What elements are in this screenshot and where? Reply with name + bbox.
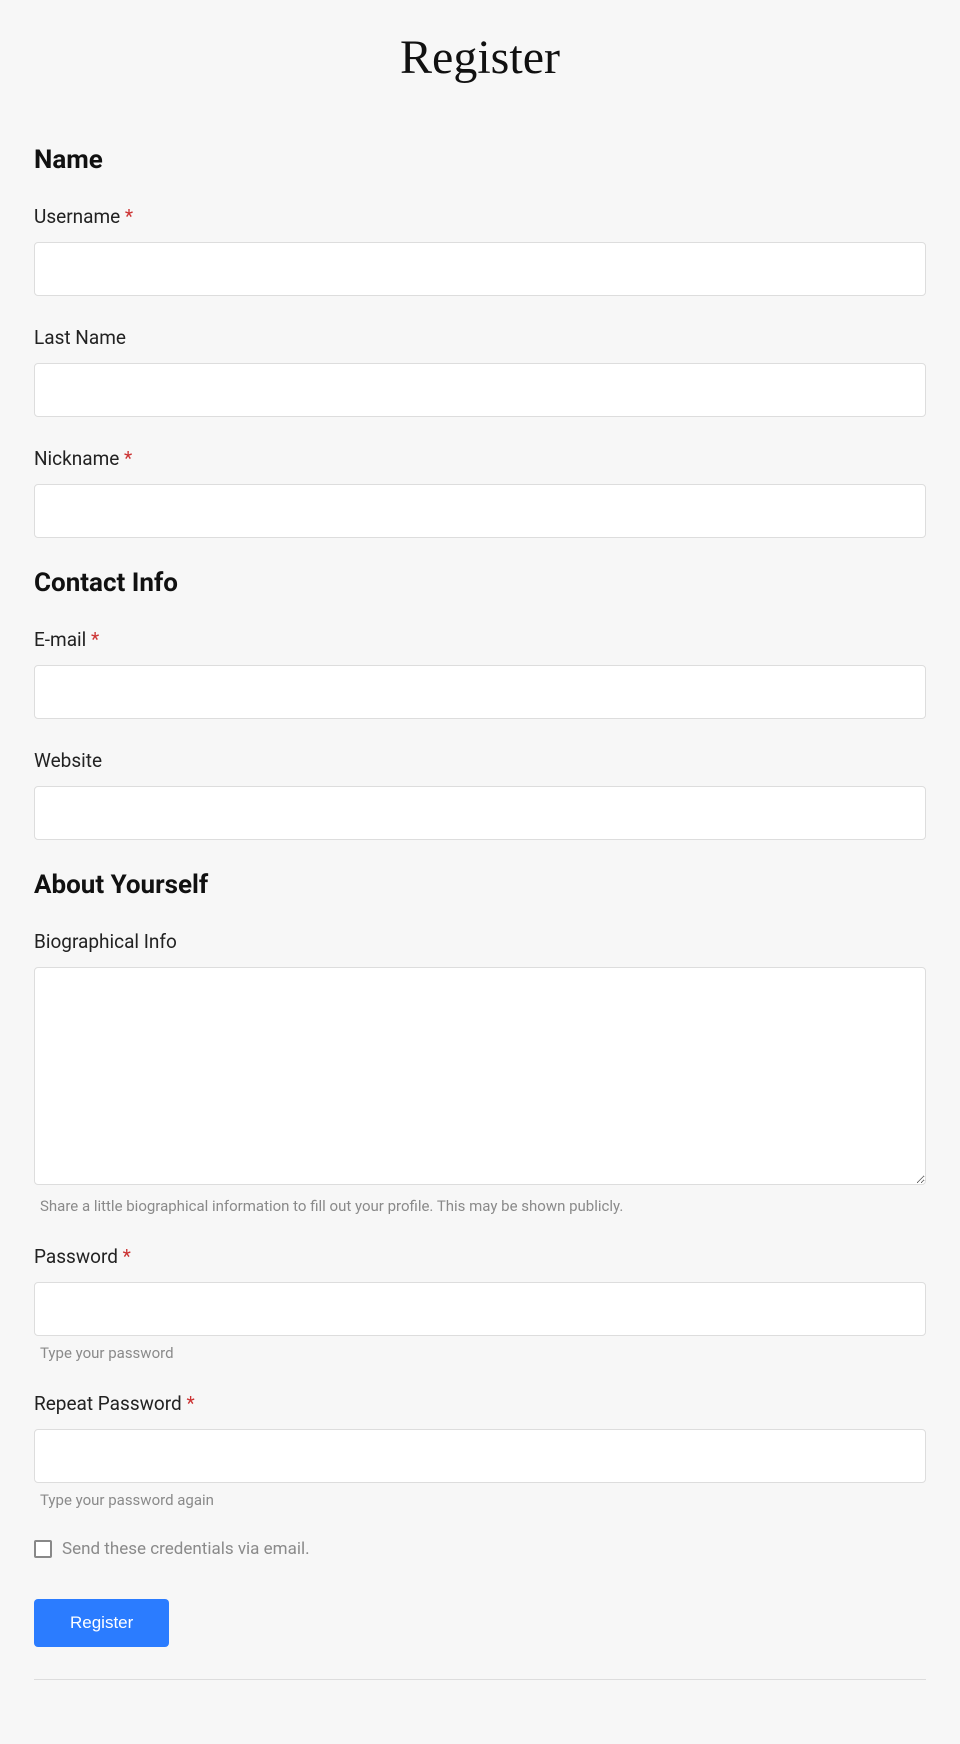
help-bio: Share a little biographical information … <box>34 1197 926 1215</box>
required-marker: * <box>125 205 133 228</box>
label-bio: Biographical Info <box>34 930 926 953</box>
bio-textarea[interactable] <box>34 967 926 1185</box>
password-input[interactable] <box>34 1282 926 1336</box>
label-username: Username * <box>34 205 926 228</box>
lastname-input[interactable] <box>34 363 926 417</box>
help-repeat-password: Type your password again <box>34 1491 926 1509</box>
send-credentials-row: Send these credentials via email. <box>34 1539 926 1559</box>
send-credentials-label: Send these credentials via email. <box>62 1539 310 1559</box>
register-form: Name Username * Last Name Nickname * Con… <box>0 145 960 1680</box>
help-password: Type your password <box>34 1344 926 1362</box>
required-marker: * <box>123 1245 131 1268</box>
required-marker: * <box>91 628 99 651</box>
field-email: E-mail * <box>34 628 926 719</box>
required-marker: * <box>124 447 132 470</box>
section-heading-name: Name <box>34 145 926 175</box>
field-username: Username * <box>34 205 926 296</box>
field-nickname: Nickname * <box>34 447 926 538</box>
email-input[interactable] <box>34 665 926 719</box>
label-nickname: Nickname * <box>34 447 926 470</box>
nickname-input[interactable] <box>34 484 926 538</box>
label-repeat-password: Repeat Password * <box>34 1392 926 1415</box>
label-username-text: Username <box>34 205 125 228</box>
label-email: E-mail * <box>34 628 926 651</box>
username-input[interactable] <box>34 242 926 296</box>
label-nickname-text: Nickname <box>34 447 124 470</box>
section-heading-contact: Contact Info <box>34 568 926 598</box>
divider <box>34 1679 926 1680</box>
field-password: Password * Type your password <box>34 1245 926 1362</box>
field-bio: Biographical Info Share a little biograp… <box>34 930 926 1215</box>
field-repeat-password: Repeat Password * Type your password aga… <box>34 1392 926 1509</box>
label-password-text: Password <box>34 1245 123 1268</box>
label-password: Password * <box>34 1245 926 1268</box>
repeat-password-input[interactable] <box>34 1429 926 1483</box>
website-input[interactable] <box>34 786 926 840</box>
send-credentials-checkbox[interactable] <box>34 1540 52 1558</box>
field-website: Website <box>34 749 926 840</box>
label-email-text: E-mail <box>34 628 91 651</box>
required-marker: * <box>186 1392 194 1415</box>
label-repeat-password-text: Repeat Password <box>34 1392 186 1415</box>
label-website: Website <box>34 749 926 772</box>
page-title: Register <box>0 30 960 85</box>
section-heading-about: About Yourself <box>34 870 926 900</box>
field-lastname: Last Name <box>34 326 926 417</box>
label-lastname: Last Name <box>34 326 926 349</box>
register-button[interactable]: Register <box>34 1599 169 1647</box>
